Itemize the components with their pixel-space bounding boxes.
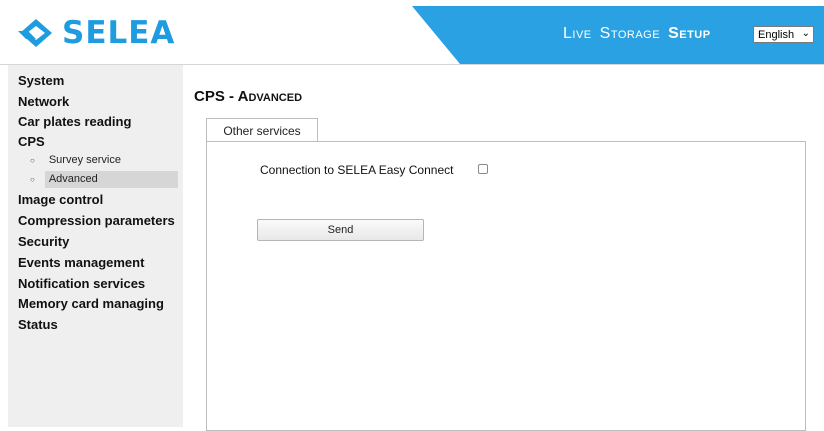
sidebar-subitem-label: Survey service xyxy=(48,154,121,166)
sidebar-item-security[interactable]: Security xyxy=(18,234,69,249)
logo[interactable]: SELEA xyxy=(18,16,175,50)
sidebar-item-compression-parameters[interactable]: Compression parameters xyxy=(18,213,175,228)
sidebar-item-cps[interactable]: CPS xyxy=(18,134,45,149)
sidebar-item-notification-services[interactable]: Notification services xyxy=(18,276,145,291)
settings-panel xyxy=(206,141,806,431)
sidebar-subitem-label: Advanced xyxy=(48,173,98,185)
easy-connect-checkbox[interactable] xyxy=(478,164,488,174)
top-nav: Live Storage Setup xyxy=(563,25,719,43)
easy-connect-label: Connection to SELEA Easy Connect xyxy=(260,163,454,177)
bullet-icon: ○ xyxy=(30,155,35,165)
nav-setup[interactable]: Setup xyxy=(668,25,711,43)
tab-label: Other services xyxy=(223,123,301,138)
send-button[interactable]: Send xyxy=(257,219,424,241)
nav-live[interactable]: Live xyxy=(563,25,592,43)
sidebar-item-status[interactable]: Status xyxy=(18,317,58,332)
language-select[interactable]: English ⌄ xyxy=(753,26,814,43)
nav-storage[interactable]: Storage xyxy=(600,25,660,43)
bullet-icon: ○ xyxy=(30,174,35,184)
language-select-value: English xyxy=(758,28,795,41)
chevron-down-icon: ⌄ xyxy=(801,28,810,39)
sidebar-item-system[interactable]: System xyxy=(18,73,64,88)
logo-text: SELEA xyxy=(62,15,176,51)
header: SELEA Live Storage Setup English ⌄ xyxy=(0,0,824,65)
sidebar: System Network Car plates reading CPS ○ … xyxy=(8,65,183,427)
page-title: CPS - Advanced xyxy=(194,88,303,105)
sidebar-item-image-control[interactable]: Image control xyxy=(18,192,103,207)
sidebar-item-events-management[interactable]: Events management xyxy=(18,255,144,270)
sidebar-item-car-plates-reading[interactable]: Car plates reading xyxy=(18,114,131,129)
sidebar-item-memory-card-managing[interactable]: Memory card managing xyxy=(18,296,164,311)
sidebar-subitem-survey-service[interactable]: ○ Survey service xyxy=(30,154,121,166)
tab-other-services[interactable]: Other services xyxy=(206,118,318,142)
sidebar-item-network[interactable]: Network xyxy=(18,94,69,109)
sidebar-subitem-advanced[interactable]: ○ Advanced xyxy=(30,173,98,185)
selea-logo-icon xyxy=(18,19,52,47)
send-button-label: Send xyxy=(327,224,354,236)
